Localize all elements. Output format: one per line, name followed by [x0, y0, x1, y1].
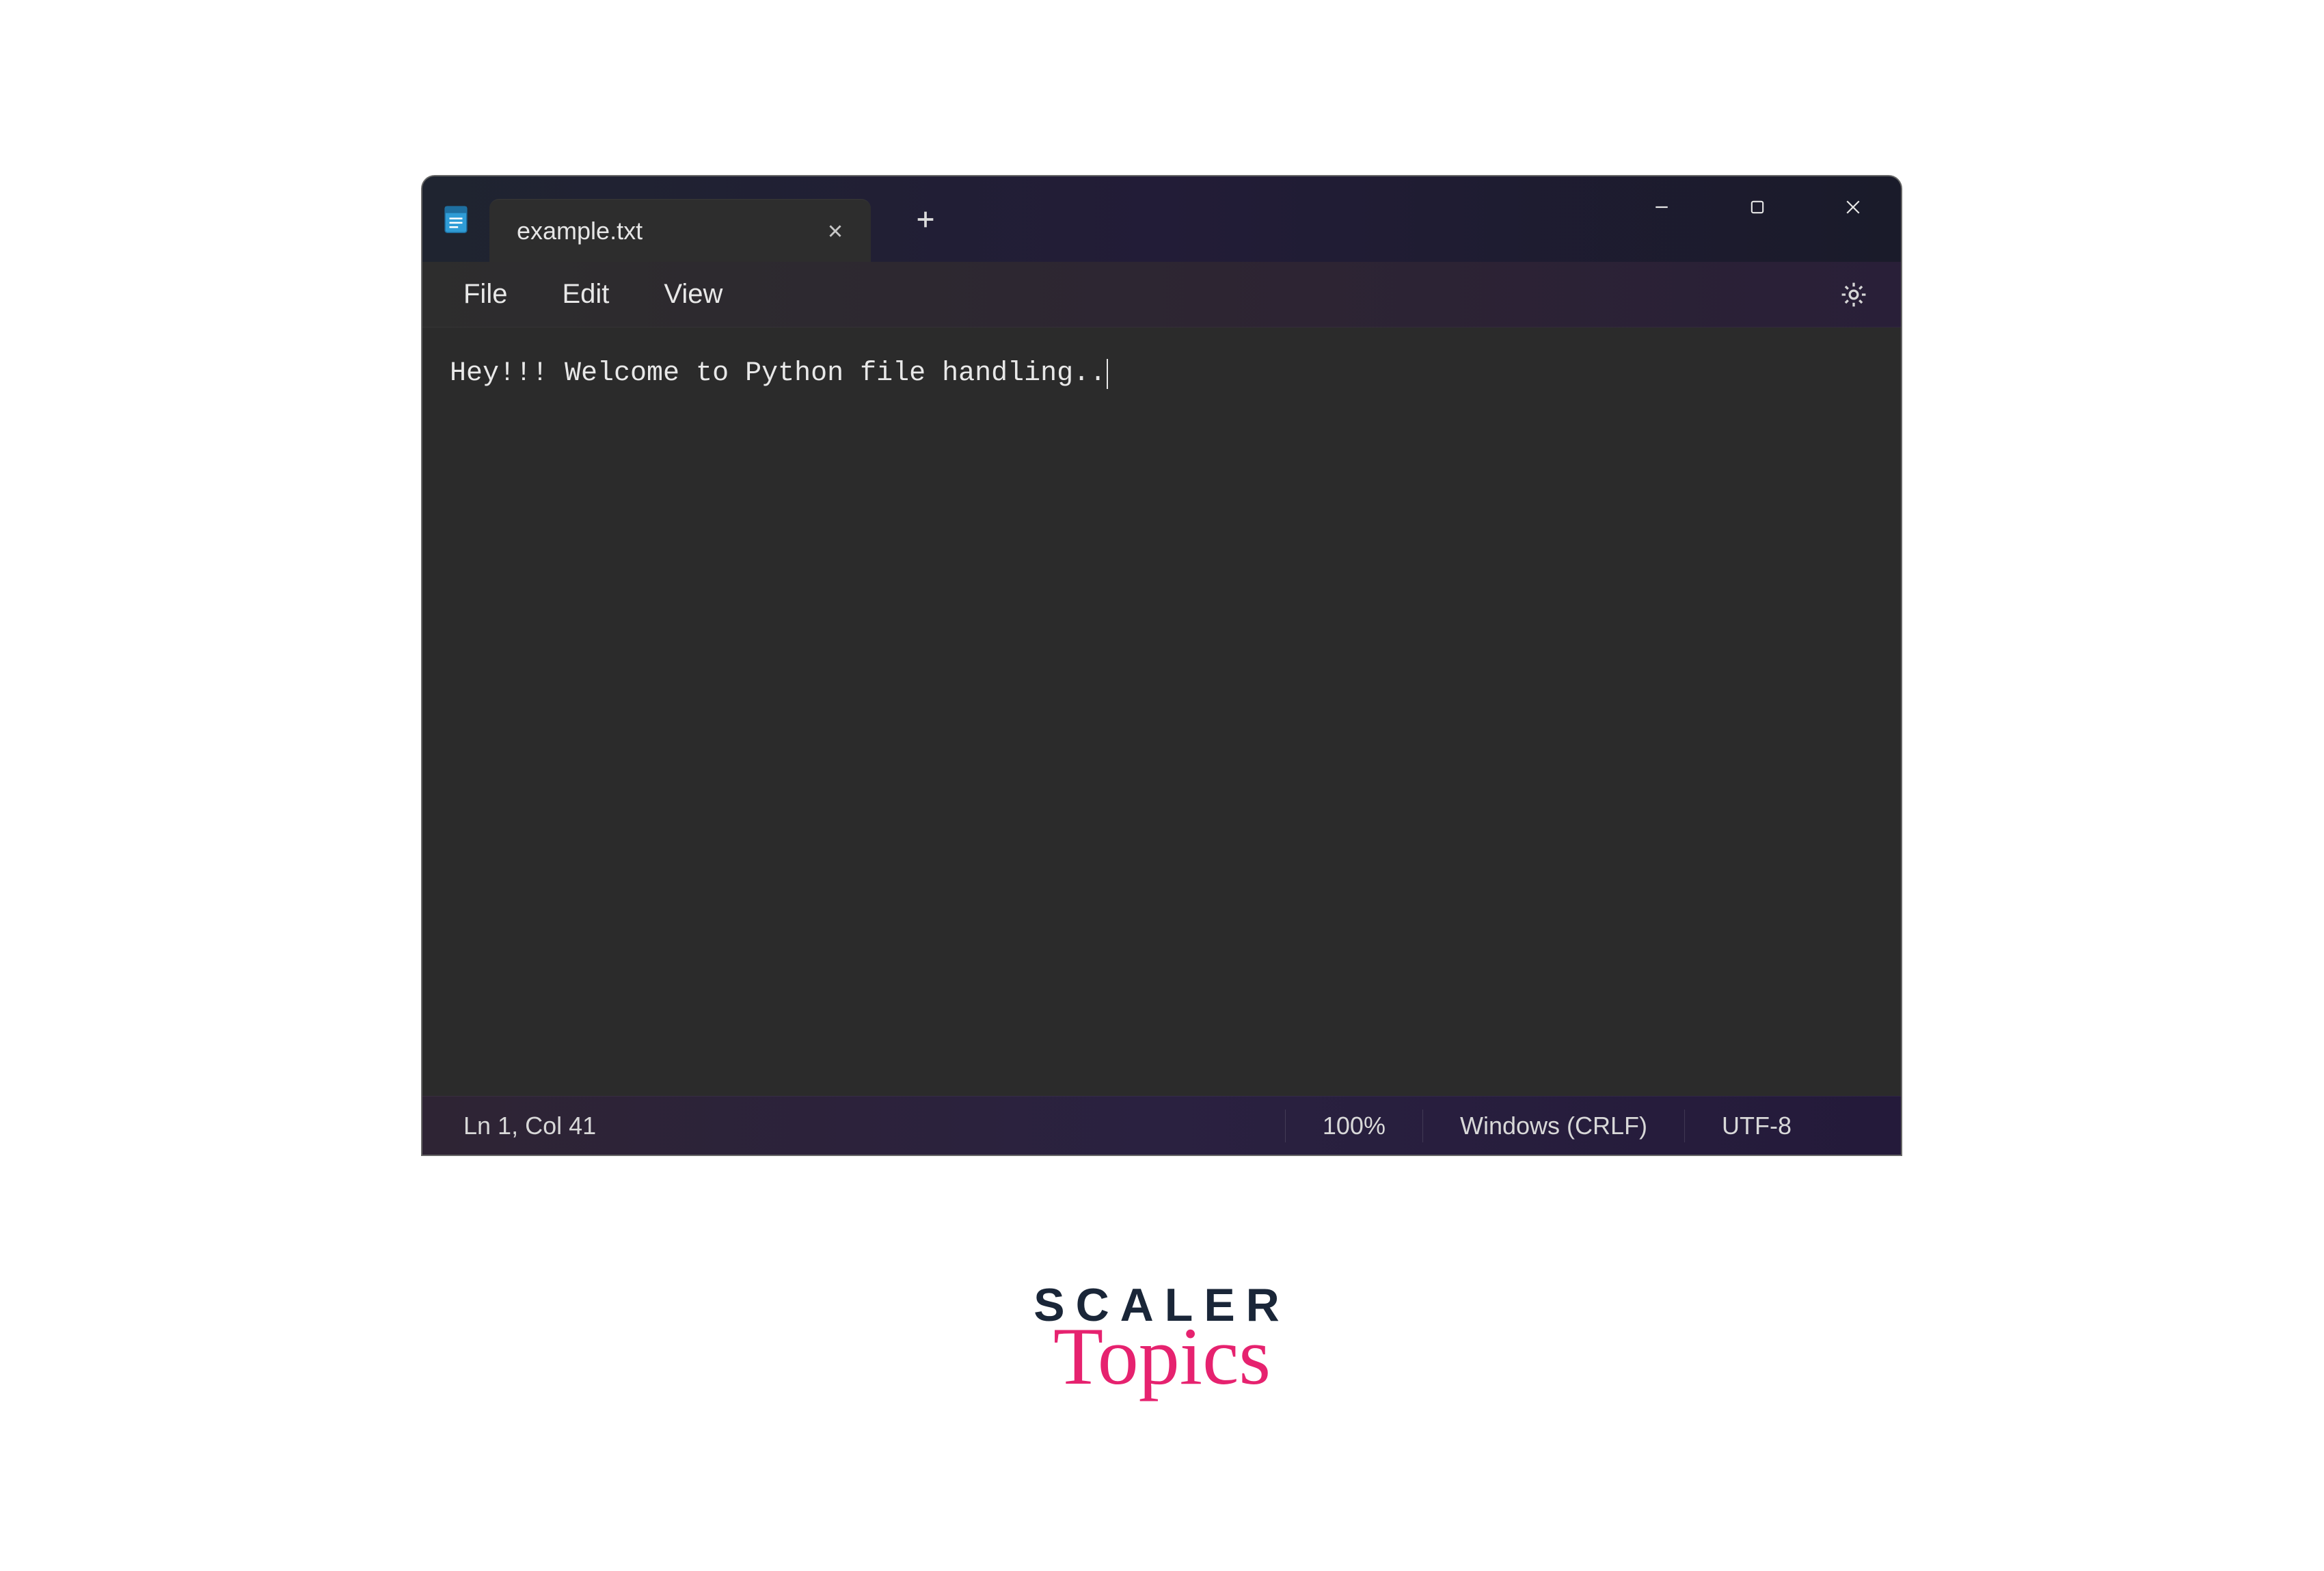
settings-button[interactable] [1837, 278, 1870, 311]
titlebar: example.txt [422, 176, 1901, 262]
window-controls [1614, 176, 1901, 238]
statusbar: Ln 1, Col 41 100% Windows (CRLF) UTF-8 [422, 1096, 1901, 1155]
status-encoding[interactable]: UTF-8 [1685, 1107, 1901, 1145]
status-line-ending[interactable]: Windows (CRLF) [1423, 1107, 1684, 1145]
editor-content: Hey!!! Welcome to Python file handling.. [450, 358, 1106, 389]
titlebar-left: example.txt [422, 176, 949, 262]
status-zoom[interactable]: 100% [1286, 1107, 1422, 1145]
notepad-icon [443, 204, 469, 234]
tab-example[interactable]: example.txt [489, 199, 871, 262]
brand-bottom-text: Topics [1033, 1319, 1291, 1393]
text-cursor [1107, 359, 1108, 389]
close-window-button[interactable] [1805, 176, 1901, 238]
menu-file[interactable]: File [436, 272, 535, 317]
close-tab-icon[interactable] [820, 216, 850, 246]
status-position[interactable]: Ln 1, Col 41 [422, 1107, 1285, 1145]
maximize-button[interactable] [1710, 176, 1805, 238]
menu-view[interactable]: View [636, 272, 750, 317]
brand-logo: SCALER Topics [1033, 1278, 1291, 1393]
menubar: File Edit View [422, 262, 1901, 327]
tab-title: example.txt [517, 217, 643, 245]
new-tab-button[interactable] [902, 196, 949, 243]
menu-edit[interactable]: Edit [535, 272, 636, 317]
text-editor[interactable]: Hey!!! Welcome to Python file handling.. [422, 327, 1901, 1096]
notepad-window: example.txt [422, 176, 1901, 1155]
minimize-button[interactable] [1614, 176, 1710, 238]
